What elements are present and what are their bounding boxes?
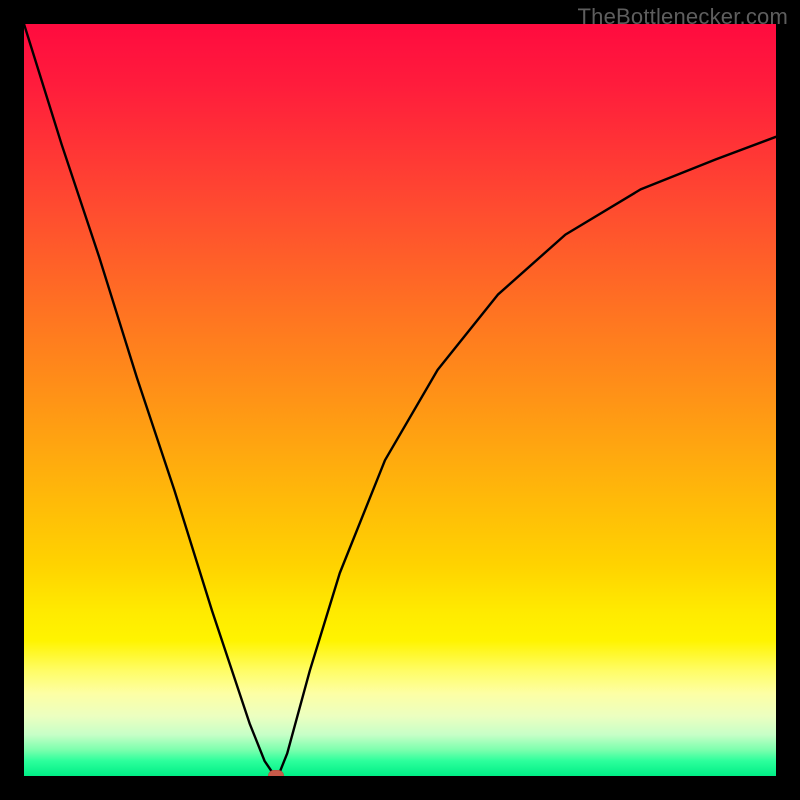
watermark-text: TheBottlenecker.com (578, 4, 788, 30)
plot-area (24, 24, 776, 776)
chart-frame: TheBottlenecker.com (0, 0, 800, 800)
minimum-marker (268, 770, 284, 776)
